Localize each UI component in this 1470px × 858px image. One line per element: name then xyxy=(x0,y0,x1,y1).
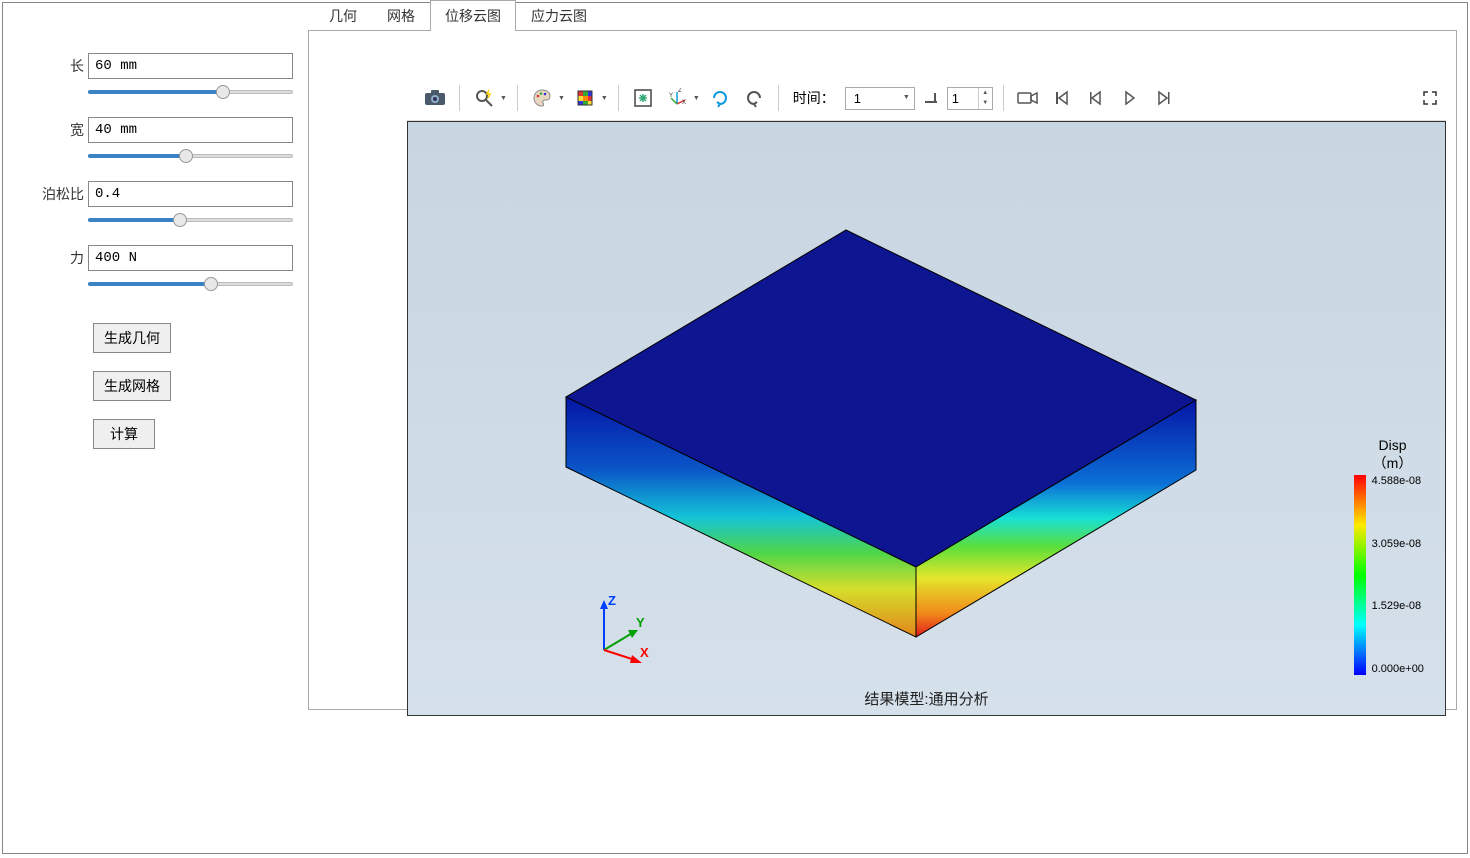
time-dropdown[interactable]: 1 xyxy=(845,87,915,110)
model-block xyxy=(548,222,1198,642)
tab-displacement[interactable]: 位移云图 xyxy=(430,0,516,31)
palette-icon[interactable] xyxy=(528,84,556,112)
color-legend: Disp （m） 4.588e-08 3.059e-08 1.529e-08 0… xyxy=(1350,437,1435,675)
poisson-slider[interactable] xyxy=(88,211,293,229)
generate-mesh-button[interactable]: 生成网格 xyxy=(93,371,171,401)
slider-row-poisson xyxy=(88,211,293,229)
compute-button[interactable]: 计算 xyxy=(93,419,155,449)
tab-geometry[interactable]: 几何 xyxy=(314,0,372,31)
param-row-width: 宽 xyxy=(18,117,293,143)
axes-triad: Z Y X xyxy=(586,595,656,665)
width-input[interactable] xyxy=(88,117,293,143)
tabs: 几何 网格 位移云图 应力云图 xyxy=(308,3,1467,31)
spinner-down-icon[interactable]: ▼ xyxy=(979,98,992,109)
poisson-input[interactable] xyxy=(88,181,293,207)
rotate-ccw-icon[interactable] xyxy=(740,84,768,112)
param-label: 力 xyxy=(18,248,88,268)
svg-text:Z: Z xyxy=(678,88,682,94)
rotate-cw-icon[interactable] xyxy=(706,84,734,112)
param-label: 长 xyxy=(18,56,88,76)
step-back-icon[interactable] xyxy=(1082,84,1110,112)
param-label: 泊松比 xyxy=(18,184,88,204)
viewport-3d[interactable]: Z Y X Disp （m） xyxy=(407,121,1446,716)
zoom-dropdown-arrow-icon[interactable]: ▼ xyxy=(500,95,507,102)
axis-y-label: Y xyxy=(636,615,645,630)
axis-x-label: X xyxy=(640,645,649,660)
skip-first-icon[interactable] xyxy=(1048,84,1076,112)
app-window: 长 宽 泊松比 xyxy=(2,2,1468,854)
svg-text:Y: Y xyxy=(669,93,673,99)
step-forward-icon[interactable] xyxy=(1150,84,1178,112)
rubik-cube-icon[interactable] xyxy=(571,84,599,112)
time-label: 时间： xyxy=(789,88,839,108)
viewport-footer-label: 结果模型:通用分析 xyxy=(408,688,1445,709)
slider-row-force xyxy=(88,275,293,293)
legend-tick: 1.529e-08 xyxy=(1372,600,1424,612)
length-input[interactable] xyxy=(88,53,293,79)
generate-geometry-button[interactable]: 生成几何 xyxy=(93,323,171,353)
video-camera-icon[interactable] xyxy=(1014,84,1042,112)
time-end-icon[interactable] xyxy=(921,84,941,112)
tab-mesh[interactable]: 网格 xyxy=(372,0,430,31)
legend-tick: 3.059e-08 xyxy=(1372,538,1424,550)
width-slider[interactable] xyxy=(88,147,293,165)
action-buttons: 生成几何 生成网格 计算 xyxy=(93,323,293,449)
palette-dropdown-arrow-icon[interactable]: ▼ xyxy=(558,95,565,102)
force-slider[interactable] xyxy=(88,275,293,293)
time-spinner[interactable]: ▲ ▼ xyxy=(947,87,993,110)
legend-tick: 0.000e+00 xyxy=(1372,663,1424,675)
axes-dropdown-arrow-icon[interactable]: ▼ xyxy=(693,95,700,102)
main-area: 几何 网格 位移云图 应力云图 ▼ xyxy=(308,3,1467,853)
tab-stress[interactable]: 应力云图 xyxy=(516,0,602,31)
axes-xyz-icon[interactable]: ZY X xyxy=(663,84,691,112)
svg-text:X: X xyxy=(682,100,686,106)
content-frame: ▼ ▼ ▼ xyxy=(308,30,1457,710)
screenshot-icon[interactable] xyxy=(421,84,449,112)
legend-title-1: Disp xyxy=(1350,437,1435,453)
slider-row-length xyxy=(88,83,293,101)
param-row-force: 力 xyxy=(18,245,293,271)
slider-row-width xyxy=(88,147,293,165)
param-row-length: 长 xyxy=(18,53,293,79)
zoom-lightning-icon[interactable] xyxy=(470,84,498,112)
viewer-toolbar: ▼ ▼ ▼ xyxy=(407,76,1446,121)
param-row-poisson: 泊松比 xyxy=(18,181,293,207)
legend-title-2: （m） xyxy=(1350,453,1435,473)
length-slider[interactable] xyxy=(88,83,293,101)
axis-z-label: Z xyxy=(608,595,616,608)
param-label: 宽 xyxy=(18,120,88,140)
legend-bar xyxy=(1354,475,1366,675)
cube-dropdown-arrow-icon[interactable]: ▼ xyxy=(601,95,608,102)
spinner-up-icon[interactable]: ▲ xyxy=(979,88,992,99)
play-icon[interactable] xyxy=(1116,84,1144,112)
legend-ticks: 4.588e-08 3.059e-08 1.529e-08 0.000e+00 xyxy=(1372,475,1424,675)
sidebar: 长 宽 泊松比 xyxy=(3,3,308,853)
expand-icon[interactable] xyxy=(1416,84,1444,112)
legend-tick: 4.588e-08 xyxy=(1372,475,1424,487)
fit-view-icon[interactable] xyxy=(629,84,657,112)
time-spinner-input[interactable] xyxy=(948,88,978,109)
force-input[interactable] xyxy=(88,245,293,271)
